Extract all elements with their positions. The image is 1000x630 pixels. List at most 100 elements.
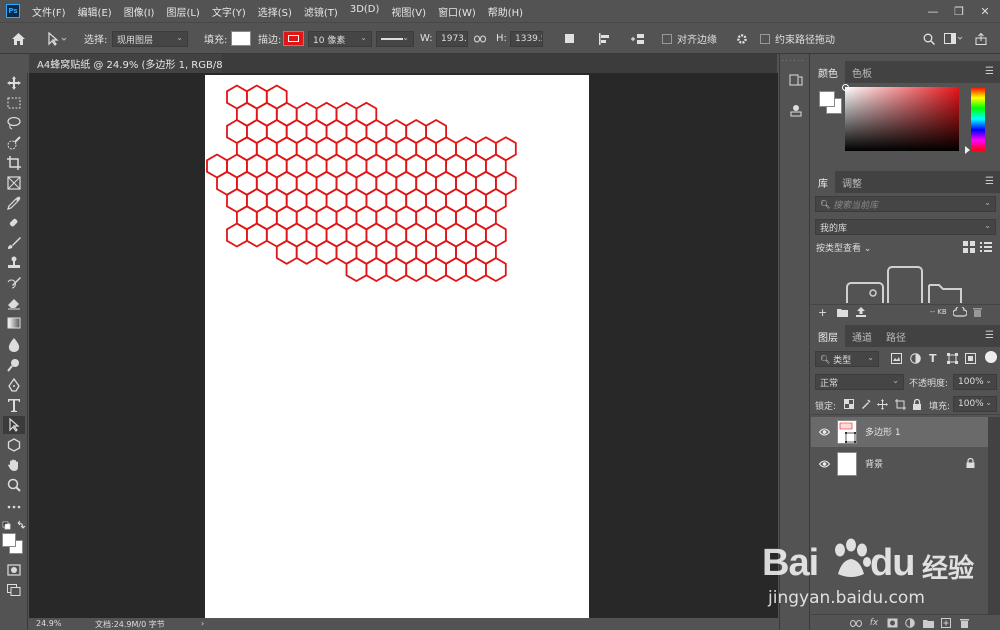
pen-tool-icon[interactable]: [3, 376, 25, 394]
filter-type-icon[interactable]: T: [929, 352, 940, 365]
path-arrangement-icon[interactable]: [628, 31, 648, 47]
filter-shape-icon[interactable]: [947, 353, 958, 364]
hue-slider[interactable]: [971, 87, 985, 151]
hand-tool-icon[interactable]: [3, 456, 25, 474]
quick-select-tool-icon[interactable]: [3, 134, 25, 152]
panel-menu-icon[interactable]: ☰: [985, 330, 994, 341]
constrain-path-option[interactable]: 约束路径拖动: [760, 23, 835, 54]
menu-edit[interactable]: 编辑(E): [78, 4, 112, 19]
layer-name[interactable]: 多边形 1: [865, 425, 901, 438]
trash-icon[interactable]: [973, 307, 982, 320]
history-panel-icon[interactable]: [786, 70, 806, 90]
home-icon[interactable]: [9, 30, 27, 48]
blend-mode-dropdown[interactable]: 正常 ⌄: [815, 374, 904, 390]
tab-color[interactable]: 颜色: [811, 61, 845, 83]
stroke-type-dropdown[interactable]: ⌄: [376, 31, 414, 47]
frame-tool-icon[interactable]: [3, 174, 25, 192]
layer-name[interactable]: 背景: [865, 457, 883, 470]
stroke-width-field[interactable]: 10 像素 ⌄: [308, 31, 372, 47]
blur-tool-icon[interactable]: [3, 336, 25, 354]
menu-window[interactable]: 窗口(W): [438, 4, 476, 19]
fill-field[interactable]: 100% ⌄: [953, 396, 997, 412]
lock-artboard-icon[interactable]: [895, 399, 906, 410]
panel-menu-icon[interactable]: ☰: [985, 176, 994, 187]
tab-channels[interactable]: 通道: [845, 325, 879, 347]
lock-all-icon[interactable]: [912, 398, 922, 410]
foreground-color-chip[interactable]: [819, 91, 835, 107]
status-arrow[interactable]: ›: [201, 619, 204, 628]
quick-mask-icon[interactable]: [3, 561, 25, 579]
document-info[interactable]: 文档:24.9M/0 字节: [95, 619, 165, 630]
library-select[interactable]: 我的库 ⌄: [815, 219, 996, 235]
gear-icon[interactable]: [734, 31, 750, 47]
menu-type[interactable]: 文字(Y): [212, 4, 246, 19]
layer-filter-dropdown[interactable]: 🔍︎ 类型 ⌄: [815, 351, 879, 367]
share-icon[interactable]: [972, 30, 990, 48]
type-tool-icon[interactable]: [3, 396, 25, 414]
upload-icon[interactable]: [856, 307, 866, 320]
menu-select[interactable]: 选择(S): [258, 4, 292, 19]
list-view-icon[interactable]: [980, 241, 992, 253]
lock-position-icon[interactable]: [877, 399, 888, 410]
menu-help[interactable]: 帮助(H): [488, 4, 523, 19]
tab-paths[interactable]: 路径: [879, 325, 913, 347]
properties-panel-icon[interactable]: [786, 100, 806, 120]
direct-select-tool-icon[interactable]: [3, 416, 25, 434]
eraser-tool-icon[interactable]: [3, 294, 25, 312]
lock-pixels-icon[interactable]: [861, 399, 871, 409]
move-tool-icon[interactable]: [3, 74, 25, 92]
eye-icon[interactable]: [818, 426, 830, 438]
filter-toggle-icon[interactable]: [985, 351, 997, 363]
grid-view-icon[interactable]: [963, 241, 975, 253]
tab-layers[interactable]: 图层: [811, 325, 845, 347]
path-operations-icon[interactable]: [562, 31, 578, 47]
view-by-type[interactable]: 按类型查看 ⌄: [816, 241, 871, 254]
menu-3d[interactable]: 3D(D): [350, 4, 380, 19]
polygon-tool-icon[interactable]: [3, 436, 25, 454]
folder-icon[interactable]: [837, 308, 848, 320]
lasso-tool-icon[interactable]: [3, 114, 25, 132]
menu-image[interactable]: 图像(I): [124, 4, 155, 19]
filter-smart-object-icon[interactable]: [965, 353, 976, 364]
collapse-handle[interactable]: · · · · · ·: [782, 58, 808, 65]
height-field[interactable]: 1339.53: [510, 31, 543, 47]
restore-button[interactable]: ❐: [946, 2, 972, 20]
default-colors-icon[interactable]: [2, 520, 26, 532]
color-picker-handle[interactable]: [842, 84, 849, 91]
width-field[interactable]: 1973.13: [436, 31, 468, 47]
opacity-field[interactable]: 100% ⌄: [953, 374, 997, 390]
healing-brush-tool-icon[interactable]: [3, 214, 25, 232]
workspace-icon[interactable]: [942, 30, 966, 48]
marquee-tool-icon[interactable]: [3, 94, 25, 112]
gradient-tool-icon[interactable]: [3, 314, 25, 332]
honeycomb-artwork[interactable]: [205, 75, 589, 618]
filter-pixel-icon[interactable]: [891, 353, 902, 364]
tab-libraries[interactable]: 库: [811, 171, 835, 193]
align-edges-checkbox[interactable]: [662, 33, 672, 44]
zoom-level[interactable]: 24.9%: [36, 619, 61, 628]
menu-view[interactable]: 视图(V): [391, 4, 426, 19]
add-icon[interactable]: +: [818, 306, 827, 319]
minimize-button[interactable]: —: [920, 2, 946, 20]
document-tab[interactable]: A4蜂窝贴纸 @ 24.9% (多边形 1, RGB/8) *: [29, 54, 235, 73]
layer-row-polygon[interactable]: 多边形 1: [811, 417, 988, 447]
menu-layer[interactable]: 图层(L): [166, 4, 199, 19]
history-brush-tool-icon[interactable]: [3, 274, 25, 292]
stroke-swatch[interactable]: [283, 31, 304, 46]
filter-adjustment-icon[interactable]: [910, 353, 921, 364]
align-edges-option[interactable]: 对齐边缘: [662, 23, 717, 54]
stamp-tool-icon[interactable]: [3, 254, 25, 272]
lock-transparent-icon[interactable]: [844, 399, 854, 409]
close-button[interactable]: ✕: [972, 2, 998, 20]
menu-file[interactable]: 文件(F): [32, 4, 66, 19]
screen-mode-icon[interactable]: [3, 581, 25, 599]
cloud-sync-icon[interactable]: [952, 305, 968, 320]
color-field[interactable]: [842, 84, 959, 151]
hue-slider-handle[interactable]: [965, 146, 970, 154]
library-search[interactable]: 🔍︎ 搜索当前库 ⌄: [815, 196, 996, 212]
document-canvas[interactable]: [205, 75, 589, 618]
dodge-tool-icon[interactable]: [3, 356, 25, 374]
search-icon[interactable]: [920, 30, 938, 48]
crop-tool-icon[interactable]: [3, 154, 25, 172]
fill-swatch[interactable]: [231, 31, 251, 46]
